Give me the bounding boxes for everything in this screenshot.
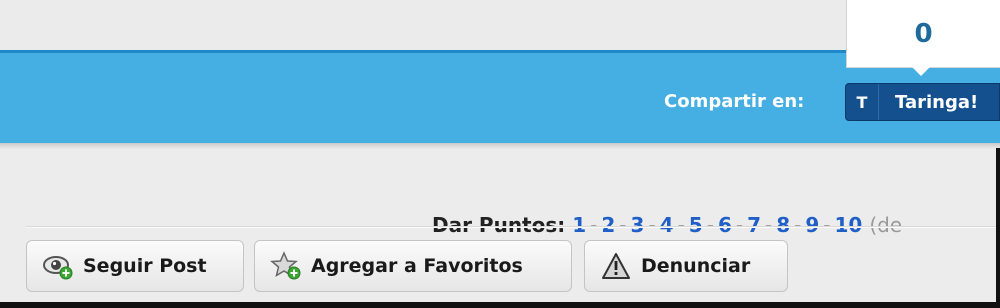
point-4[interactable]: 4 (660, 213, 674, 237)
separator: - (765, 213, 773, 237)
point-5[interactable]: 5 (689, 213, 703, 237)
point-6[interactable]: 6 (718, 213, 732, 237)
point-3[interactable]: 3 (631, 213, 645, 237)
share-label: Compartir en: (664, 91, 805, 112)
warning-icon (599, 251, 633, 281)
point-10[interactable]: 10 (835, 213, 863, 237)
add-favorite-label: Agregar a Favoritos (311, 255, 523, 277)
bottom-edge-line (0, 302, 1000, 308)
separator: - (706, 213, 714, 237)
add-favorite-button[interactable]: Agregar a Favoritos (254, 240, 572, 292)
share-count: 0 (914, 18, 933, 49)
point-1[interactable]: 1 (572, 213, 586, 237)
taringa-label: Taringa! (895, 91, 979, 113)
eye-plus-icon (41, 251, 75, 281)
point-2[interactable]: 2 (601, 213, 615, 237)
separator: - (648, 213, 656, 237)
give-points-label: Dar Puntos: (432, 213, 566, 237)
separator: - (794, 213, 802, 237)
point-8[interactable]: 8 (776, 213, 790, 237)
points-tail-text: (de (869, 213, 903, 237)
point-7[interactable]: 7 (747, 213, 761, 237)
separator: - (735, 213, 744, 237)
share-counter: 0 (846, 0, 1000, 68)
right-edge-line (996, 148, 1000, 308)
counter-arrow (912, 67, 930, 76)
divider-highlight (26, 227, 1000, 228)
star-plus-icon (269, 251, 303, 281)
follow-post-button[interactable]: Seguir Post (26, 240, 244, 292)
give-points-row: Dar Puntos: 1-2-3-4-5-6-7-8-9-10 (de (432, 213, 902, 237)
separator: - (590, 213, 598, 237)
follow-post-label: Seguir Post (83, 255, 207, 277)
report-label: Denunciar (641, 255, 751, 277)
share-bar-shadow (0, 143, 1000, 149)
separator: - (677, 213, 685, 237)
taringa-icon: T (846, 84, 879, 120)
separator: - (619, 213, 627, 237)
report-button[interactable]: Denunciar (584, 240, 788, 292)
taringa-share-button[interactable]: T Taringa! (845, 83, 1000, 121)
separator: - (823, 213, 831, 237)
point-9[interactable]: 9 (805, 213, 819, 237)
